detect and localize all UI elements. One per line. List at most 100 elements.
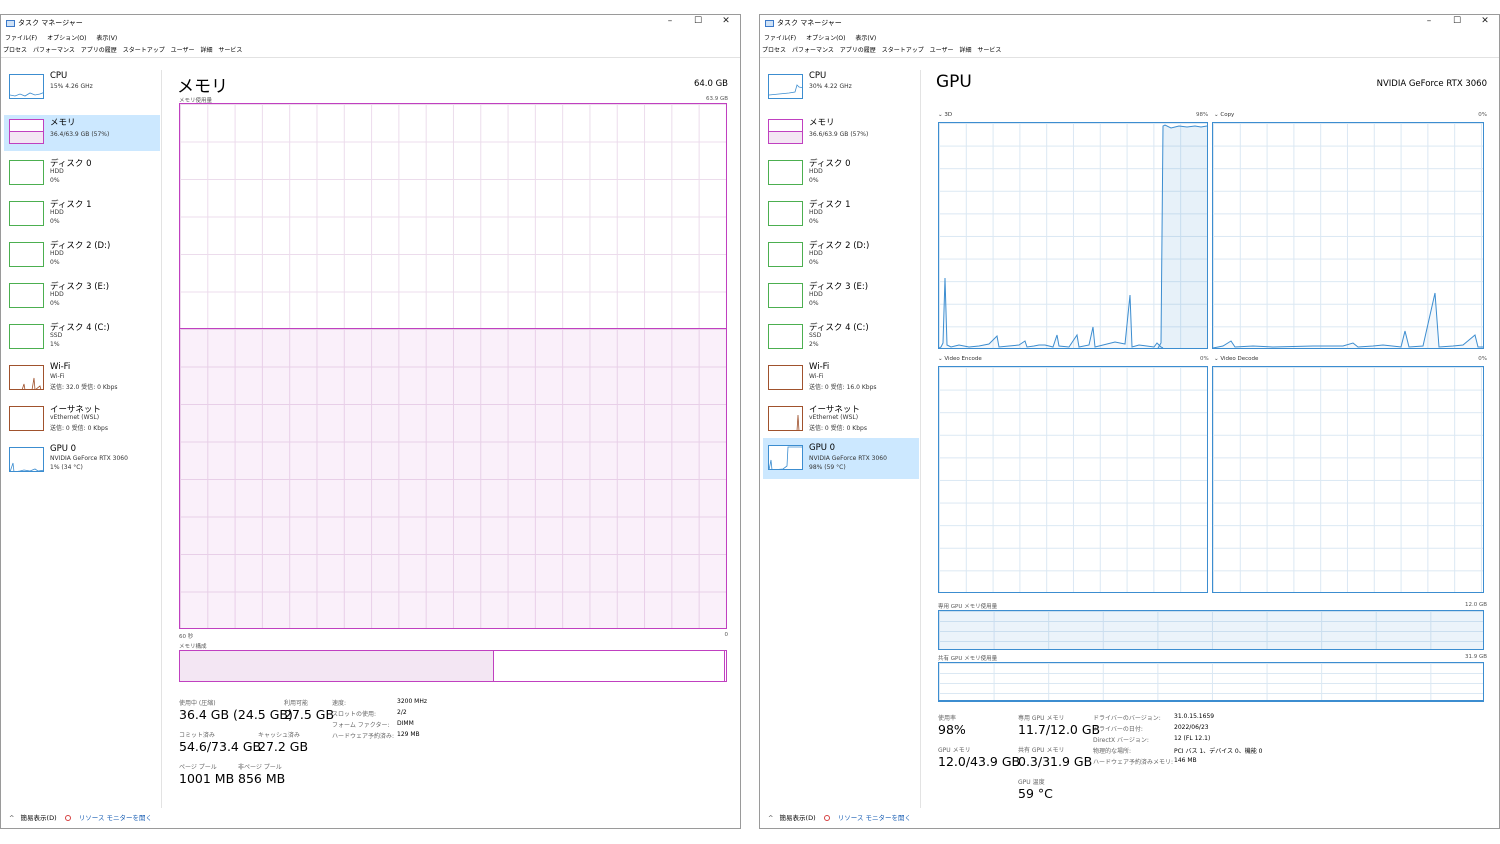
sidebar-item-disk-1[interactable]: ディスク 1 HDD 0% (4, 197, 160, 233)
sidebar-item-detail: HDD (809, 209, 823, 216)
engine-selector-copy[interactable]: ⌄ Copy (1214, 112, 1234, 118)
title-bar[interactable]: タスク マネージャー – ☐ ✕ (1, 15, 740, 33)
sidebar-item-disk-2[interactable]: ディスク 2 (D:) HDD 0% (4, 238, 160, 274)
sidebar-item-disk-3[interactable]: ディスク 3 (E:) HDD 0% (4, 279, 160, 315)
engine-selector-3d[interactable]: ⌄ 3D (938, 112, 952, 118)
sidebar-item-label: メモリ (50, 118, 76, 128)
sidebar-item-disk-4[interactable]: ディスク 4 (C:) SSD 2% (763, 320, 919, 356)
sidebar-item-disk-0[interactable]: ディスク 0 HDD 0% (4, 156, 160, 192)
tab-users[interactable]: ユーザー (171, 47, 195, 54)
menu-view[interactable]: 表示(V) (855, 35, 876, 42)
memory-in-use-segment (180, 651, 494, 681)
menu-options[interactable]: オプション(O) (806, 35, 845, 42)
page-title: GPU (936, 72, 972, 92)
detail-value: DIMM (397, 720, 414, 727)
tab-details[interactable]: 詳細 (200, 47, 212, 54)
cached-value: 27.2 GB (258, 739, 309, 754)
tab-app-history[interactable]: アプリの履歴 (840, 47, 876, 54)
memory-total: 64.0 GB (693, 79, 728, 89)
sidebar-item-cpu[interactable]: CPU 15% 4.26 GHz (4, 70, 160, 106)
minimize-button[interactable]: – (656, 16, 684, 26)
gpu-temperature-value: 59 °C (1018, 786, 1053, 801)
tab-startup[interactable]: スタートアップ (123, 47, 165, 54)
memory-thumbnail-graph (9, 119, 44, 144)
resource-monitor-link[interactable]: リソース モニターを開く (79, 814, 152, 822)
close-button[interactable]: ✕ (1471, 16, 1499, 26)
sidebar-item-detail: 0% (809, 177, 819, 184)
tab-users[interactable]: ユーザー (930, 47, 954, 54)
tab-performance[interactable]: パフォーマンス (33, 47, 75, 54)
menu-options[interactable]: オプション(O) (47, 35, 86, 42)
maximize-button[interactable]: ☐ (684, 16, 712, 26)
tab-details[interactable]: 詳細 (959, 47, 971, 54)
sidebar-item-memory[interactable]: メモリ 36.6/63.9 GB (57%) (763, 115, 919, 151)
sidebar-item-disk-2[interactable]: ディスク 2 (D:) HDD 0% (763, 238, 919, 274)
minimize-button[interactable]: – (1415, 16, 1443, 26)
engine-selector-video-decode[interactable]: ⌄ Video Decode (1214, 356, 1258, 362)
memory-usage-graph (179, 103, 727, 629)
sidebar-item-wifi[interactable]: Wi-Fi Wi-Fi 送信: 32.0 受信: 0 Kbps (4, 361, 160, 397)
memory-thumbnail-graph (768, 119, 803, 144)
title-bar[interactable]: タスク マネージャー – ☐ ✕ (760, 15, 1499, 33)
sidebar-item-disk-0[interactable]: ディスク 0 HDD 0% (763, 156, 919, 192)
sidebar-item-detail: 0% (50, 177, 60, 184)
menu-file[interactable]: ファイル(F) (5, 35, 37, 42)
sidebar-item-disk-3[interactable]: ディスク 3 (E:) HDD 0% (763, 279, 919, 315)
chevron-up-icon: ^ (768, 814, 774, 822)
tab-services[interactable]: サービス (218, 47, 242, 54)
maximize-button[interactable]: ☐ (1443, 16, 1471, 26)
disk-thumbnail-graph (9, 283, 44, 308)
shared-gpu-memory-label: 共有 GPU メモリ (1018, 747, 1065, 754)
in-use-value: 36.4 GB (24.5 GB) (179, 707, 293, 722)
sidebar-item-ethernet[interactable]: イーサネット vEthernet (WSL) 送信: 0 受信: 0 Kbps (763, 402, 919, 438)
tab-bar: プロセス パフォーマンス アプリの履歴 スタートアップ ユーザー 詳細 サービス (760, 45, 1499, 58)
tab-processes[interactable]: プロセス (3, 47, 27, 54)
resource-monitor-icon (823, 815, 830, 821)
tab-services[interactable]: サービス (977, 47, 1001, 54)
detail-key: スロットの使用: (332, 711, 377, 718)
dedicated-memory-area (939, 610, 1483, 649)
gpu-3d-graph (938, 122, 1208, 349)
shared-memory-label: 共有 GPU メモリ使用量 (938, 656, 998, 662)
engine-percent: 0% (1478, 112, 1487, 118)
menu-view[interactable]: 表示(V) (96, 35, 117, 42)
sidebar-item-detail: 送信: 0 受信: 0 Kbps (809, 425, 867, 432)
tab-app-history[interactable]: アプリの履歴 (81, 47, 117, 54)
utilization-label: 使用率 (938, 715, 957, 722)
gpu-model: NVIDIA GeForce RTX 3060 (1376, 79, 1487, 89)
tab-performance[interactable]: パフォーマンス (792, 47, 834, 54)
disk-thumbnail-graph (768, 283, 803, 308)
axis-time-end: 0 (724, 632, 729, 638)
sidebar-item-ethernet[interactable]: イーサネット vEthernet (WSL) 送信: 0 受信: 0 Kbps (4, 402, 160, 438)
sidebar-item-cpu[interactable]: CPU 30% 4.22 GHz (763, 70, 919, 106)
sidebar-item-memory[interactable]: メモリ 36.4/63.9 GB (57%) (4, 115, 160, 151)
sidebar-item-disk-1[interactable]: ディスク 1 HDD 0% (763, 197, 919, 233)
task-manager-icon (765, 20, 774, 27)
memory-composition-label: メモリ構成 (179, 644, 207, 650)
sidebar-item-gpu-0[interactable]: GPU 0 NVIDIA GeForce RTX 3060 1% (34 °C) (4, 443, 160, 479)
menu-file[interactable]: ファイル(F) (764, 35, 796, 42)
close-button[interactable]: ✕ (712, 16, 740, 26)
gpu-copy-line (1213, 292, 1483, 348)
resource-monitor-link[interactable]: リソース モニターを開く (838, 814, 911, 822)
sidebar-item-detail: 36.4/63.9 GB (57%) (50, 131, 110, 138)
sidebar-item-detail: SSD (809, 332, 822, 339)
tab-startup[interactable]: スタートアップ (882, 47, 924, 54)
sidebar-item-detail: vEthernet (WSL) (50, 414, 100, 421)
gpu-temperature-label: GPU 温度 (1018, 779, 1045, 786)
sidebar-item-detail: 送信: 0 受信: 16.0 Kbps (809, 384, 877, 391)
sidebar-item-gpu-0[interactable]: GPU 0 NVIDIA GeForce RTX 3060 98% (59 °C… (763, 438, 919, 479)
sidebar-item-disk-4[interactable]: ディスク 4 (C:) SSD 1% (4, 320, 160, 356)
tab-bar: プロセス パフォーマンス アプリの履歴 スタートアップ ユーザー 詳細 サービス (1, 45, 740, 58)
gpu-video-encode-graph (938, 366, 1208, 593)
wifi-thumbnail-graph (768, 365, 803, 390)
engine-selector-video-encode[interactable]: ⌄ Video Encode (938, 356, 982, 362)
engine-percent: 0% (1200, 356, 1209, 362)
gpu-thumbnail-graph (768, 445, 803, 470)
gpu-thumbnail-graph (9, 447, 44, 472)
fewer-details-button[interactable]: 簡易表示(D) (21, 814, 57, 822)
sidebar-item-wifi[interactable]: Wi-Fi Wi-Fi 送信: 0 受信: 16.0 Kbps (763, 361, 919, 397)
fewer-details-button[interactable]: 簡易表示(D) (780, 814, 816, 822)
tab-processes[interactable]: プロセス (762, 47, 786, 54)
sidebar-item-detail: NVIDIA GeForce RTX 3060 (50, 455, 128, 462)
